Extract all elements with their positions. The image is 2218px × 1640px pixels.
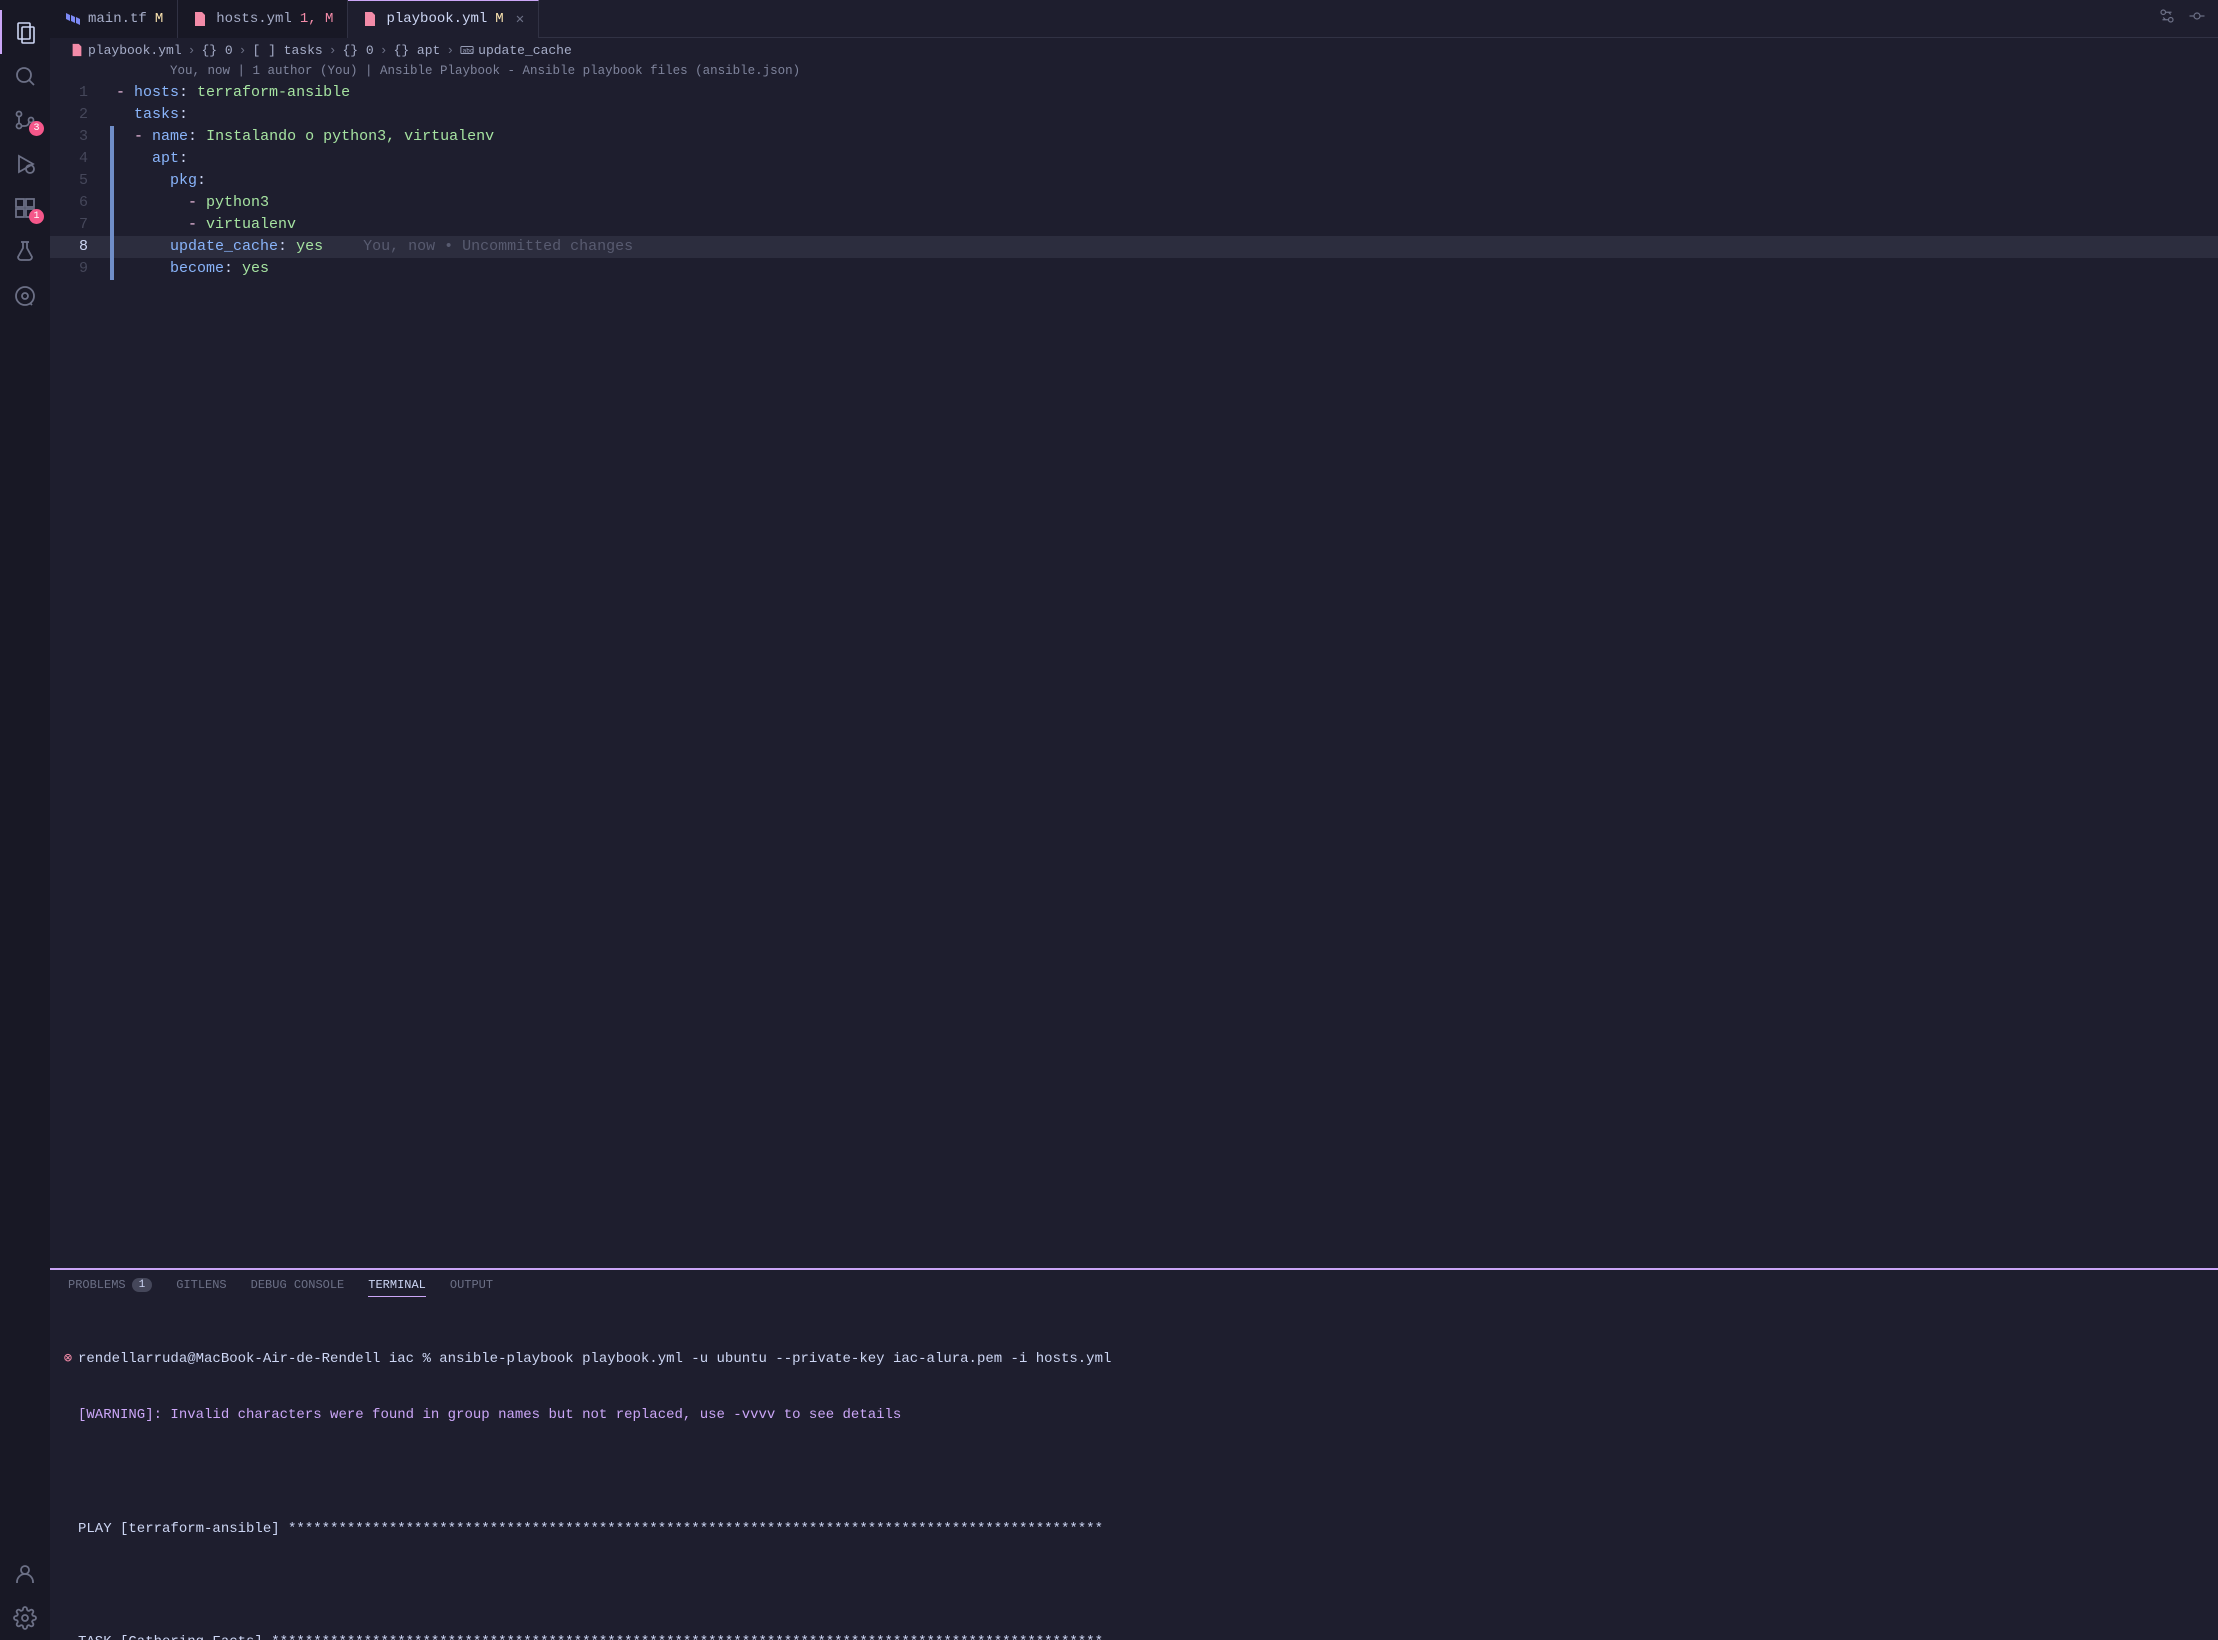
activity-bar: 3 1 xyxy=(0,0,50,1640)
main-area: main.tf M hosts.yml 1, M playbook.yml M … xyxy=(50,0,2218,1640)
terminal[interactable]: ⊗rendellarruda@MacBook-Air-de-Rendell ia… xyxy=(50,1304,2218,1640)
close-icon[interactable]: ✕ xyxy=(516,11,524,28)
tab-hosts-yml[interactable]: hosts.yml 1, M xyxy=(178,0,348,38)
explorer-icon[interactable] xyxy=(0,10,50,54)
breadcrumb-item[interactable]: {} 0 xyxy=(343,43,374,58)
settings-icon[interactable] xyxy=(0,1596,50,1640)
tabs-bar: main.tf M hosts.yml 1, M playbook.yml M … xyxy=(50,0,2218,38)
inline-blame: You, now • Uncommitted changes xyxy=(323,238,633,255)
breadcrumb-file[interactable]: playbook.yml xyxy=(70,43,182,58)
tab-modified: M xyxy=(155,11,163,27)
tab-label: main.tf xyxy=(88,11,147,27)
panel-tab-terminal[interactable]: TERMINAL xyxy=(368,1278,426,1297)
panel-tab-problems[interactable]: PROBLEMS1 xyxy=(68,1278,152,1296)
svg-text:abc: abc xyxy=(463,48,474,55)
yaml-file-icon xyxy=(192,11,208,27)
commit-icon[interactable] xyxy=(2188,7,2206,30)
yaml-file-icon xyxy=(362,11,378,27)
source-control-icon[interactable]: 3 xyxy=(0,98,50,142)
panel-tab-gitlens[interactable]: GITLENS xyxy=(176,1278,226,1296)
testing-icon[interactable] xyxy=(0,230,50,274)
panel-tab-output[interactable]: OUTPUT xyxy=(450,1278,493,1296)
gitlens-icon[interactable] xyxy=(0,274,50,318)
editor-actions xyxy=(2158,7,2218,30)
error-icon: ⊗ xyxy=(60,1350,76,1369)
terminal-line: PLAY [terraform-ansible] ***************… xyxy=(78,1520,1103,1539)
panel: PROBLEMS1 GITLENS DEBUG CONSOLE TERMINAL… xyxy=(50,1270,2218,1640)
accounts-icon[interactable] xyxy=(0,1552,50,1596)
extensions-icon[interactable]: 1 xyxy=(0,186,50,230)
terminal-line: TASK [Gathering Facts] *****************… xyxy=(78,1633,1103,1640)
codelens[interactable]: You, now | 1 author (You) | Ansible Play… xyxy=(50,62,2218,80)
tab-main-tf[interactable]: main.tf M xyxy=(50,0,178,38)
terraform-file-icon xyxy=(64,11,80,27)
breadcrumbs[interactable]: playbook.yml › {} 0 › [ ] tasks › {} 0 ›… xyxy=(50,38,2218,62)
tab-label: hosts.yml xyxy=(216,11,292,27)
problems-count: 1 xyxy=(132,1278,153,1292)
run-debug-icon[interactable] xyxy=(0,142,50,186)
search-icon[interactable] xyxy=(0,54,50,98)
tab-playbook-yml[interactable]: playbook.yml M ✕ xyxy=(348,0,539,38)
breadcrumb-item[interactable]: {} 0 xyxy=(201,43,232,58)
editor[interactable]: 1- hosts: terraform-ansible 2 tasks: 3 -… xyxy=(50,80,2218,1268)
compare-icon[interactable] xyxy=(2158,7,2176,30)
tab-label: playbook.yml xyxy=(386,11,487,27)
panel-tabs: PROBLEMS1 GITLENS DEBUG CONSOLE TERMINAL… xyxy=(50,1270,2218,1304)
breadcrumb-item[interactable]: abcupdate_cache xyxy=(460,43,572,58)
breadcrumb-item[interactable]: {} apt xyxy=(394,43,441,58)
scm-badge: 3 xyxy=(29,121,44,136)
tab-modified: M xyxy=(495,11,503,27)
breadcrumb-item[interactable]: [ ] tasks xyxy=(252,43,322,58)
tab-modified: 1, M xyxy=(300,11,334,27)
terminal-warning: [WARNING]: Invalid characters were found… xyxy=(78,1406,901,1425)
ext-badge: 1 xyxy=(29,209,44,224)
current-line[interactable]: 8 update_cache: yesYou, now • Uncommitte… xyxy=(50,236,2218,258)
panel-tab-debug[interactable]: DEBUG CONSOLE xyxy=(251,1278,345,1296)
